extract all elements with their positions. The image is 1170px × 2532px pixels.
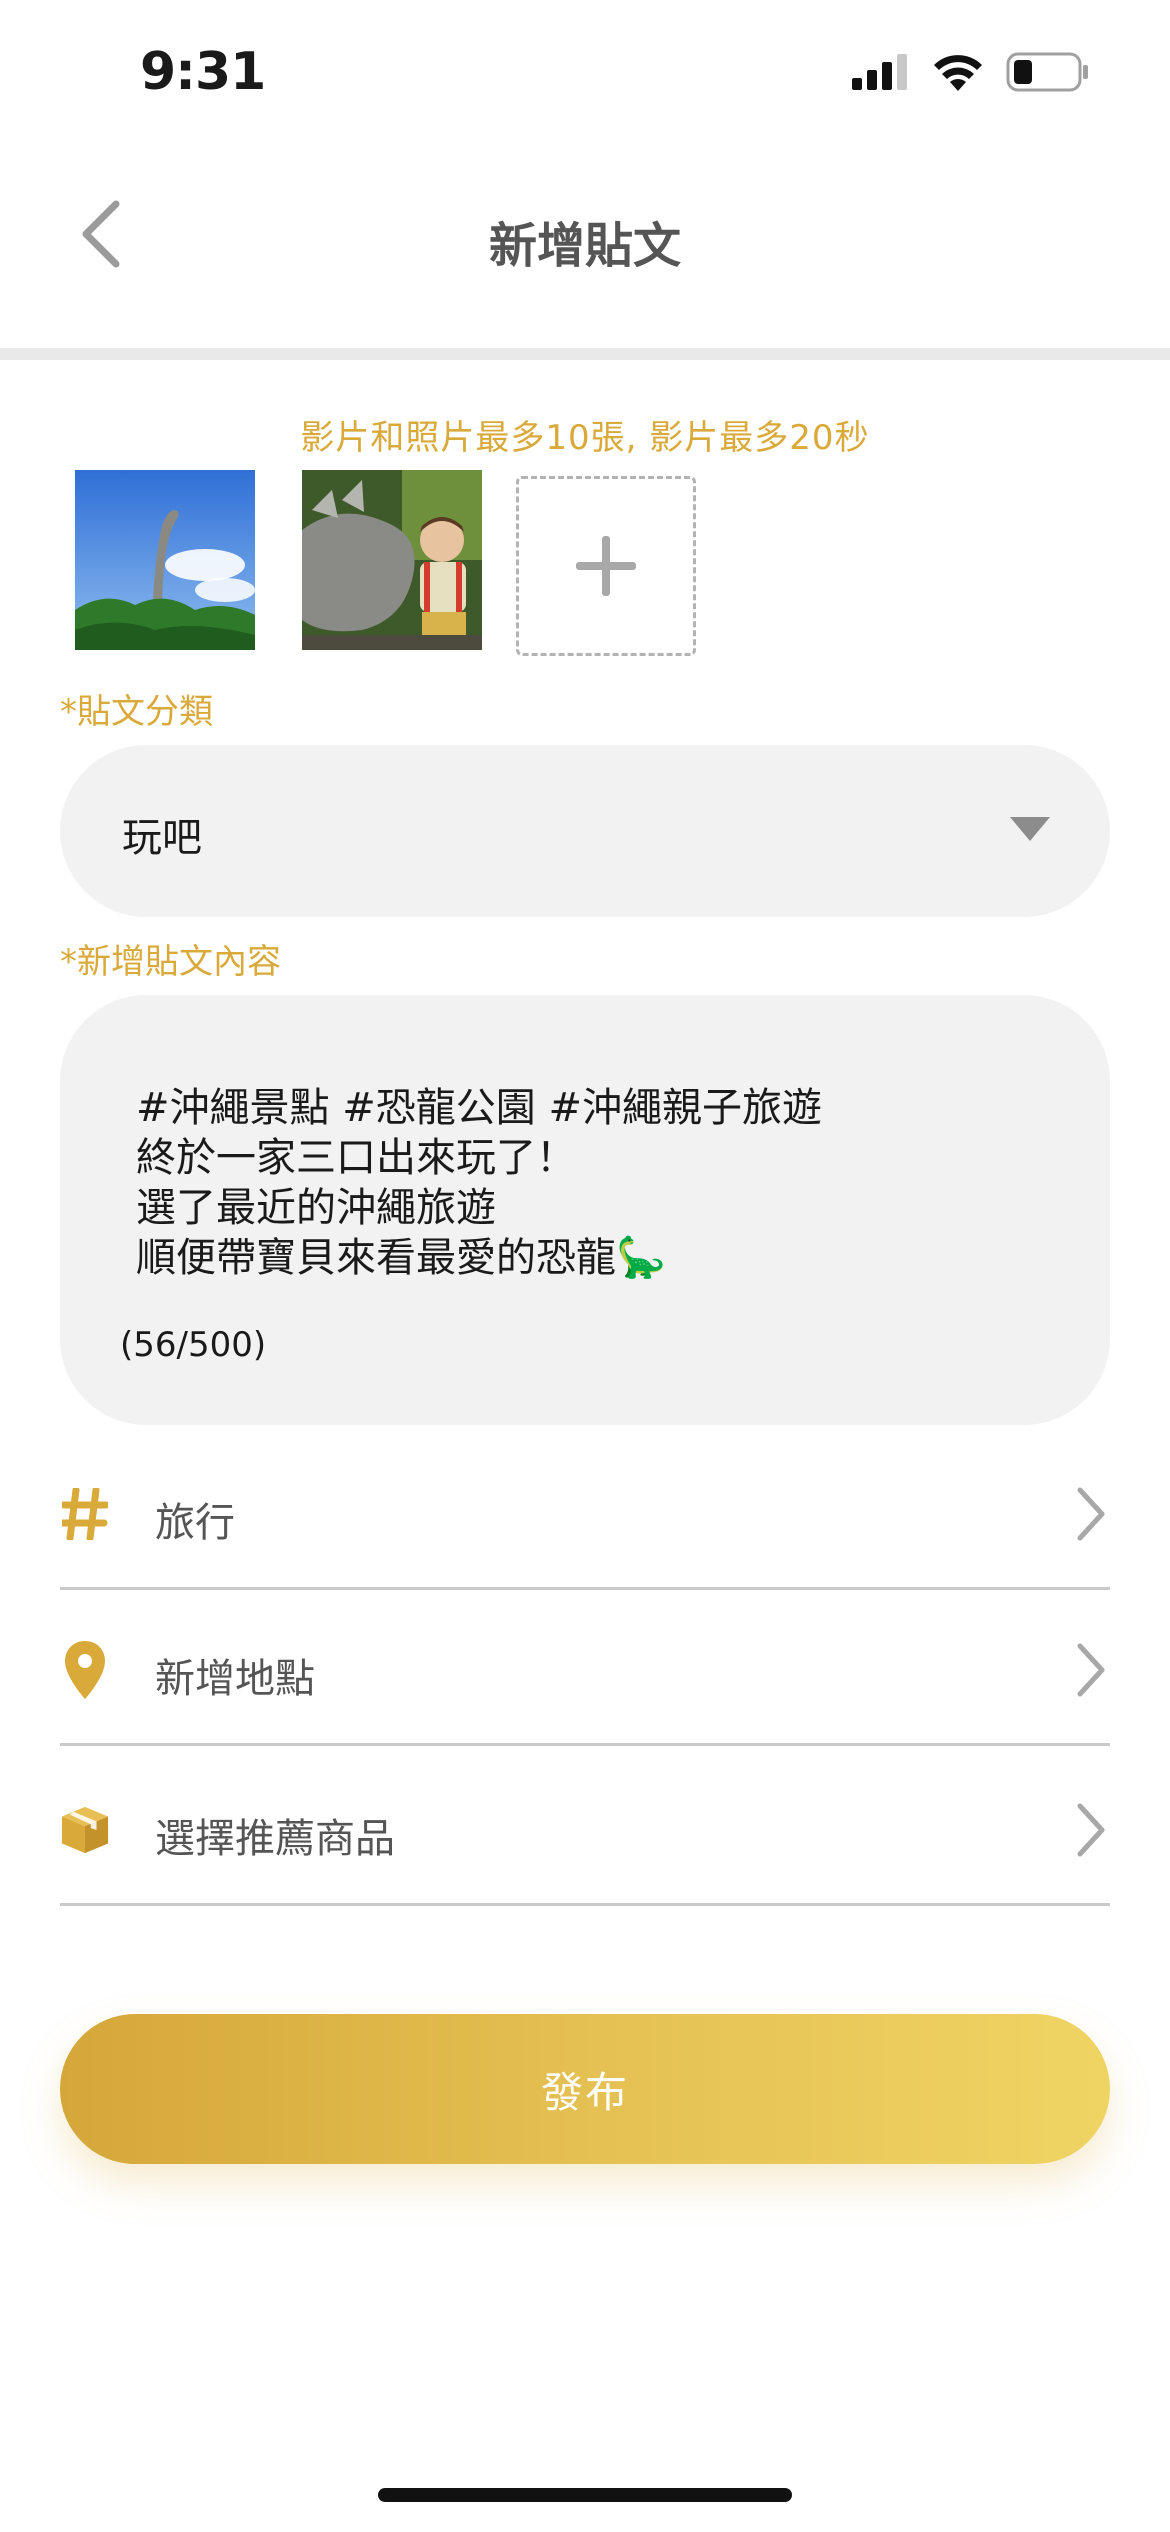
recommended-product-row[interactable]: 選擇推薦商品	[60, 1756, 1110, 1906]
category-label: *貼文分類	[60, 692, 213, 732]
category-select[interactable]: 玩吧	[60, 745, 1110, 917]
hashtag-row-label: 旅行	[155, 1500, 235, 1546]
home-indicator[interactable]	[378, 2488, 792, 2502]
post-content-textarea[interactable]: #沖繩景點 #恐龍公園 #沖繩親子旅遊 終於一家三口出來玩了！ 選了最近的沖繩旅…	[60, 995, 1110, 1425]
chevron-right-icon	[1070, 1640, 1110, 1700]
add-media-button[interactable]	[516, 476, 696, 656]
header-divider	[0, 348, 1170, 360]
publish-label: 發布	[540, 2068, 629, 2116]
product-row-label: 選擇推薦商品	[155, 1816, 395, 1862]
wifi-icon	[934, 55, 982, 91]
status-icons	[852, 52, 1090, 92]
signal-icon	[852, 54, 907, 90]
media-thumbnail[interactable]	[75, 470, 255, 650]
content-label: *新增貼文內容	[60, 942, 281, 982]
dinosaur-photo-2	[302, 470, 482, 650]
page-title: 新增貼文	[488, 218, 681, 274]
chevron-right-icon	[1070, 1484, 1110, 1544]
publish-button[interactable]: 發布	[60, 2014, 1110, 2164]
row-divider	[60, 1587, 1110, 1590]
status-bar: 9:31	[0, 0, 1170, 150]
dinosaur-photo-1	[75, 470, 255, 650]
row-divider	[60, 1903, 1110, 1906]
character-count: (56/500)	[120, 1325, 267, 1365]
media-thumbnail[interactable]	[302, 470, 482, 650]
battery-icon	[1006, 52, 1088, 92]
media-limit-hint: 影片和照片最多10張, 影片最多20秒	[300, 418, 870, 458]
hashtag-icon	[60, 1484, 110, 1544]
location-row-label: 新增地點	[155, 1656, 315, 1702]
location-row[interactable]: 新增地點	[60, 1596, 1110, 1746]
header: 新增貼文	[0, 150, 1170, 350]
plus-icon	[576, 536, 636, 596]
category-value: 玩吧	[122, 815, 202, 861]
content-line: 順便帶寶貝來看最愛的恐龍🦕	[136, 1235, 666, 1281]
box-icon	[60, 1800, 110, 1860]
hashtag-row[interactable]: 旅行	[60, 1440, 1110, 1590]
row-divider	[60, 1743, 1110, 1746]
status-time: 9:31	[140, 42, 266, 102]
caret-down-icon	[1010, 817, 1050, 841]
chevron-right-icon	[1070, 1800, 1110, 1860]
location-pin-icon	[60, 1640, 110, 1700]
